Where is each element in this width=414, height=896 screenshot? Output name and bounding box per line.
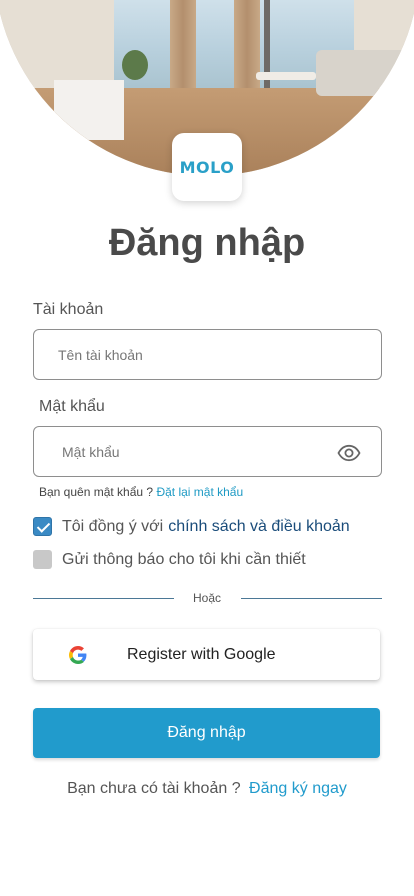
signup-text: Bạn chưa có tài khoản ? — [67, 780, 241, 797]
account-input[interactable] — [34, 330, 381, 379]
password-input[interactable] — [34, 427, 381, 476]
signup-link[interactable]: Đăng ký ngay — [249, 780, 347, 797]
password-label: Mật khẩu — [39, 398, 105, 415]
notify-checkbox[interactable] — [33, 550, 52, 569]
reset-password-link[interactable]: Đặt lại mật khẩu — [156, 485, 243, 499]
agree-text: Tôi đồng ý với — [62, 517, 164, 535]
agree-checkbox[interactable] — [33, 517, 52, 536]
hero-cabinet — [54, 80, 124, 140]
forgot-text: Bạn quên mật khẩu ? — [39, 485, 154, 499]
signup-prompt: Bạn chưa có tài khoản ? Đăng ký ngay — [0, 780, 414, 798]
eye-icon[interactable] — [337, 441, 361, 465]
google-button-label: Register with Google — [127, 646, 276, 663]
page-title: Đăng nhập — [108, 222, 306, 264]
account-label: Tài khoản — [33, 301, 104, 318]
logo-text: MOLO — [179, 157, 235, 177]
hero-sofa — [316, 50, 414, 96]
google-register-button[interactable]: Register with Google — [33, 629, 380, 680]
policy-link[interactable]: chính sách và điều khoản — [168, 518, 349, 536]
notify-text: Gửi thông báo cho tôi khi cần thiết — [62, 550, 306, 568]
divider-right — [241, 598, 382, 599]
google-icon — [69, 646, 87, 664]
hero-plant — [122, 50, 148, 80]
hero-table — [256, 72, 316, 80]
password-field[interactable] — [33, 426, 382, 477]
account-field[interactable] — [33, 329, 382, 380]
login-button-label: Đăng nhập — [167, 724, 246, 741]
app-logo: MOLO — [172, 133, 242, 201]
notify-row[interactable]: Gửi thông báo cho tôi khi cần thiết — [33, 550, 306, 569]
agree-row[interactable]: Tôi đồng ý với chính sách và điều khoản — [33, 517, 350, 536]
forgot-password: Bạn quên mật khẩu ? Đặt lại mật khẩu — [39, 485, 243, 499]
login-button[interactable]: Đăng nhập — [33, 708, 380, 758]
